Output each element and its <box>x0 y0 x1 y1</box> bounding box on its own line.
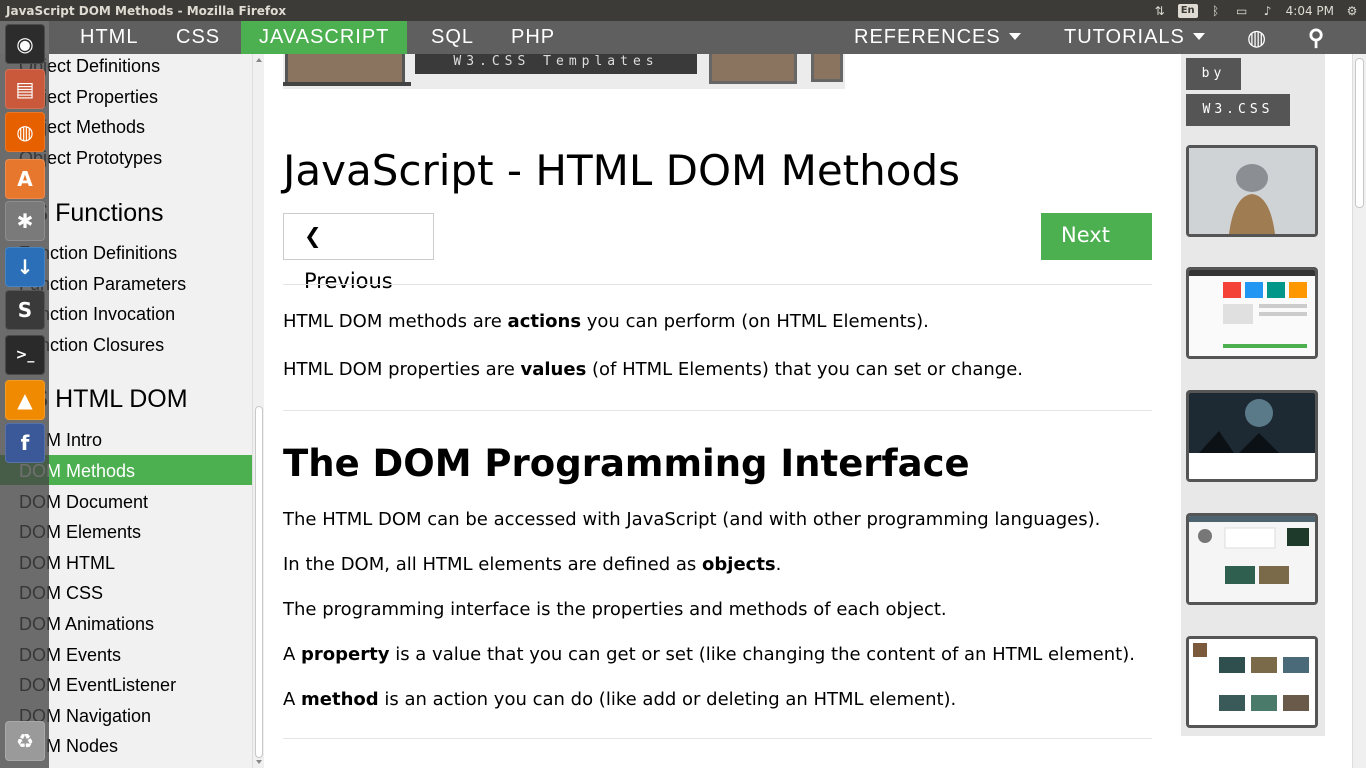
templates-ad-column: by W3.CSS <box>1181 54 1325 736</box>
ad-label-w3css: W3.CSS <box>1186 94 1290 126</box>
volume-icon[interactable]: ♪ <box>1260 4 1276 18</box>
sidebar-scrollbar[interactable] <box>252 54 264 768</box>
template-thumbnail[interactable] <box>1186 390 1318 482</box>
nav-html[interactable]: HTML <box>62 21 156 54</box>
template-thumbnail[interactable] <box>1186 145 1318 237</box>
banner-tablet-image <box>709 54 797 84</box>
facebook-icon[interactable]: f <box>5 423 45 463</box>
para-bold: objects <box>702 554 776 575</box>
page-scrollbar[interactable] <box>1352 54 1366 768</box>
section-paragraph: The programming interface is the propert… <box>283 599 947 620</box>
main-content: W3.CSS Templates JavaScript - HTML DOM M… <box>264 54 1178 768</box>
top-navbar: HTML CSS JAVASCRIPT SQL PHP REFERENCES T… <box>49 21 1366 54</box>
divider <box>283 738 1152 739</box>
template-thumbnail[interactable] <box>1186 636 1318 728</box>
para-text: The programming interface is the propert… <box>283 599 947 620</box>
divider <box>283 410 1152 411</box>
trash-icon[interactable]: ♻ <box>5 721 45 761</box>
globe-icon[interactable]: ◍ <box>1229 21 1285 54</box>
system-tray: ⇅ En ᛒ ▭ ♪ 4:04 PM ⚙ <box>1152 3 1366 18</box>
intro-text-pre: HTML DOM properties are <box>283 359 521 380</box>
page-title: JavaScript - HTML DOM Methods <box>283 146 961 195</box>
system-settings-icon[interactable]: ✱ <box>5 201 45 241</box>
sublime-text-icon[interactable]: S <box>5 290 45 330</box>
software-center-icon[interactable]: A <box>5 159 45 199</box>
nav-php[interactable]: PHP <box>493 21 573 54</box>
previous-button[interactable]: ❮ Previous <box>283 213 434 293</box>
bluetooth-icon[interactable]: ᛒ <box>1208 4 1224 18</box>
para-bold: method <box>301 689 379 710</box>
intro-bold: actions <box>507 311 582 332</box>
para-text-pre: A <box>283 689 302 710</box>
unity-launcher: ◉ ▤ ◍ A ✱ ↓ S >_ ▲ f ♻ <box>0 21 49 768</box>
banner-phone-image <box>811 54 843 82</box>
template-thumbnail[interactable] <box>1186 267 1318 359</box>
files-icon[interactable]: ▤ <box>5 69 45 109</box>
next-button[interactable]: Next ❯ <box>1041 213 1152 292</box>
scroll-up-arrow-icon[interactable] <box>256 58 262 62</box>
para-bold: property <box>301 644 390 665</box>
terminal-icon[interactable]: >_ <box>5 335 45 375</box>
scroll-down-arrow-icon[interactable] <box>256 760 262 764</box>
session-gear-icon[interactable]: ⚙ <box>1344 4 1360 18</box>
clock[interactable]: 4:04 PM <box>1286 4 1334 18</box>
para-text-post: is an action you can do (like add or del… <box>378 689 957 710</box>
sidebar-scroll-thumb[interactable] <box>255 406 263 758</box>
vlc-icon[interactable]: ▲ <box>5 380 45 420</box>
section-paragraph: A method is an action you can do (like a… <box>283 689 956 710</box>
network-transfer-icon[interactable]: ⇅ <box>1152 4 1168 18</box>
search-icon[interactable]: ⚲ <box>1290 21 1343 54</box>
template-thumbnail-image <box>1189 393 1315 479</box>
intro-paragraph: HTML DOM properties are values (of HTML … <box>283 359 1023 380</box>
banner-laptop-base <box>283 82 411 86</box>
nav-references-label: REFERENCES <box>854 26 1001 48</box>
banner-text: W3.CSS Templates <box>415 54 697 74</box>
intro-bold: values <box>520 359 587 380</box>
section-paragraph: A property is a value that you can get o… <box>283 644 1135 665</box>
template-thumbnail-image <box>1189 270 1315 356</box>
intro-paragraph: HTML DOM methods are actions you can per… <box>283 311 929 332</box>
caret-down-icon <box>1192 33 1205 40</box>
para-text: The HTML DOM can be accessed with JavaSc… <box>283 509 1101 530</box>
para-text-post: is a value that you can get or set (like… <box>389 644 1135 665</box>
system-top-panel: JavaScript DOM Methods - Mozilla Firefox… <box>0 0 1366 21</box>
template-thumbnail-image <box>1189 148 1315 234</box>
intro-text-post: you can perform (on HTML Elements). <box>581 311 929 332</box>
caret-down-icon <box>1008 33 1021 40</box>
section-title: The DOM Programming Interface <box>283 442 970 485</box>
template-thumbnail[interactable] <box>1186 513 1318 605</box>
nav-sql[interactable]: SQL <box>413 21 492 54</box>
para-text-post: . <box>775 554 782 575</box>
nav-tutorials-label: TUTORIALS <box>1064 26 1185 48</box>
section-paragraph: The HTML DOM can be accessed with JavaSc… <box>283 509 1100 530</box>
battery-icon[interactable]: ▭ <box>1234 4 1250 18</box>
para-text-pre: A <box>283 644 302 665</box>
nav-references[interactable]: REFERENCES <box>836 21 1039 54</box>
intro-text-pre: HTML DOM methods are <box>283 311 508 332</box>
ubuntu-dash-icon[interactable]: ◉ <box>5 24 45 64</box>
page-scroll-thumb[interactable] <box>1355 58 1364 208</box>
ad-label-by: by <box>1186 58 1241 90</box>
window-title: JavaScript DOM Methods - Mozilla Firefox <box>6 3 287 18</box>
downloads-icon[interactable]: ↓ <box>5 247 45 287</box>
divider <box>283 284 1152 285</box>
w3css-templates-banner[interactable]: W3.CSS Templates <box>283 54 845 89</box>
section-paragraph: In the DOM, all HTML elements are define… <box>283 554 781 575</box>
nav-css[interactable]: CSS <box>158 21 238 54</box>
keyboard-layout-indicator[interactable]: En <box>1177 3 1198 18</box>
firefox-icon[interactable]: ◍ <box>5 112 45 152</box>
nav-javascript[interactable]: JAVASCRIPT <box>241 21 408 54</box>
para-text-pre: In the DOM, all HTML elements are define… <box>283 554 703 575</box>
intro-text-post: (of HTML Elements) that you can set or c… <box>586 359 1024 380</box>
nav-tutorials[interactable]: TUTORIALS <box>1046 21 1223 54</box>
template-thumbnail-image <box>1189 516 1315 602</box>
template-thumbnail-image <box>1189 639 1315 725</box>
